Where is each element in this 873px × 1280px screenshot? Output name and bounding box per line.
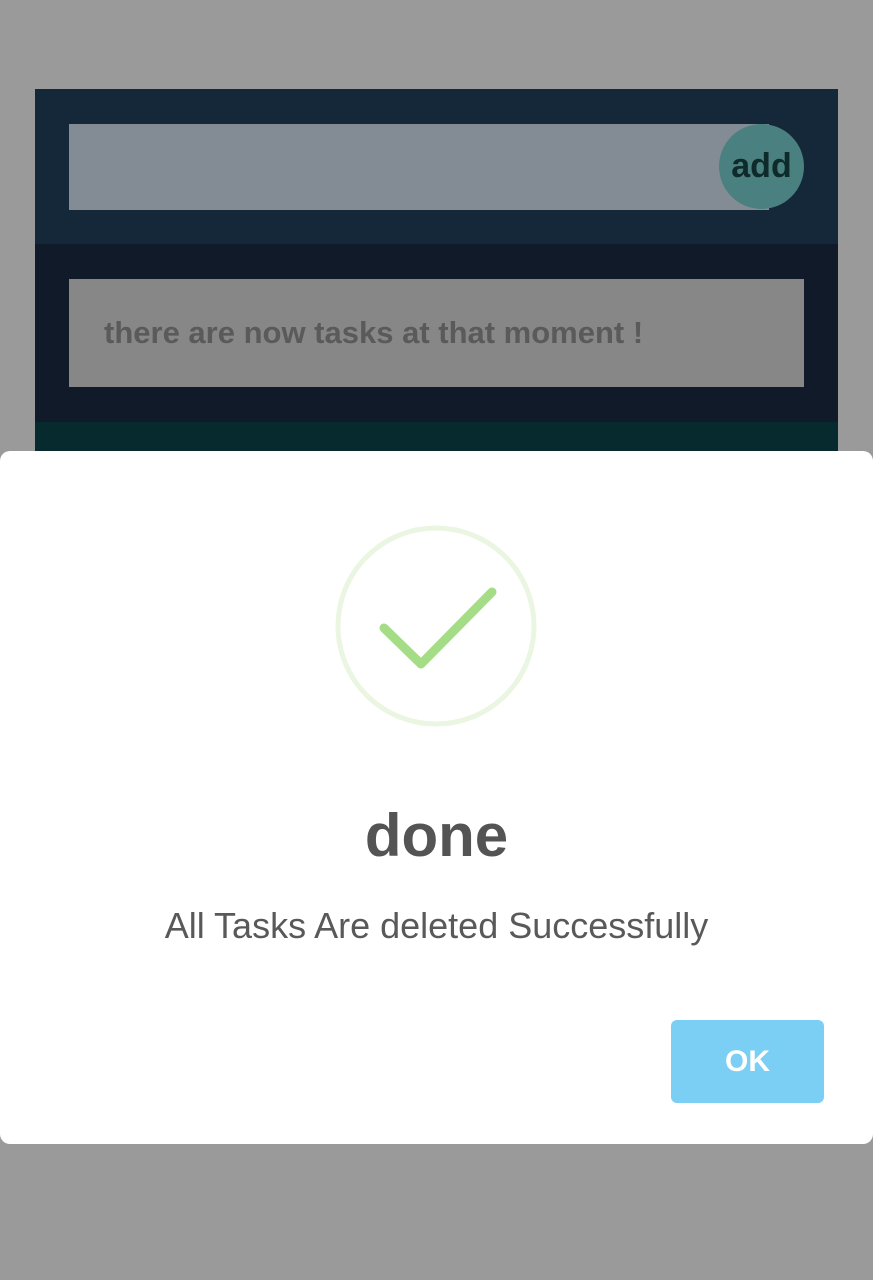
task-input[interactable] — [69, 124, 769, 210]
dialog-message: All Tasks Are deleted Successfully — [164, 905, 709, 946]
dialog-title: done — [364, 802, 509, 869]
success-check-icon — [335, 525, 537, 727]
app-card: add there are now tasks at that moment ! — [35, 89, 838, 469]
add-button[interactable]: add — [719, 124, 804, 209]
task-input-row: add — [35, 89, 838, 244]
tasks-list: there are now tasks at that moment ! — [35, 244, 838, 422]
empty-tasks-message: there are now tasks at that moment ! — [69, 279, 804, 387]
success-dialog: done All Tasks Are deleted Successfully … — [0, 451, 873, 1144]
ok-button[interactable]: OK — [671, 1020, 824, 1103]
